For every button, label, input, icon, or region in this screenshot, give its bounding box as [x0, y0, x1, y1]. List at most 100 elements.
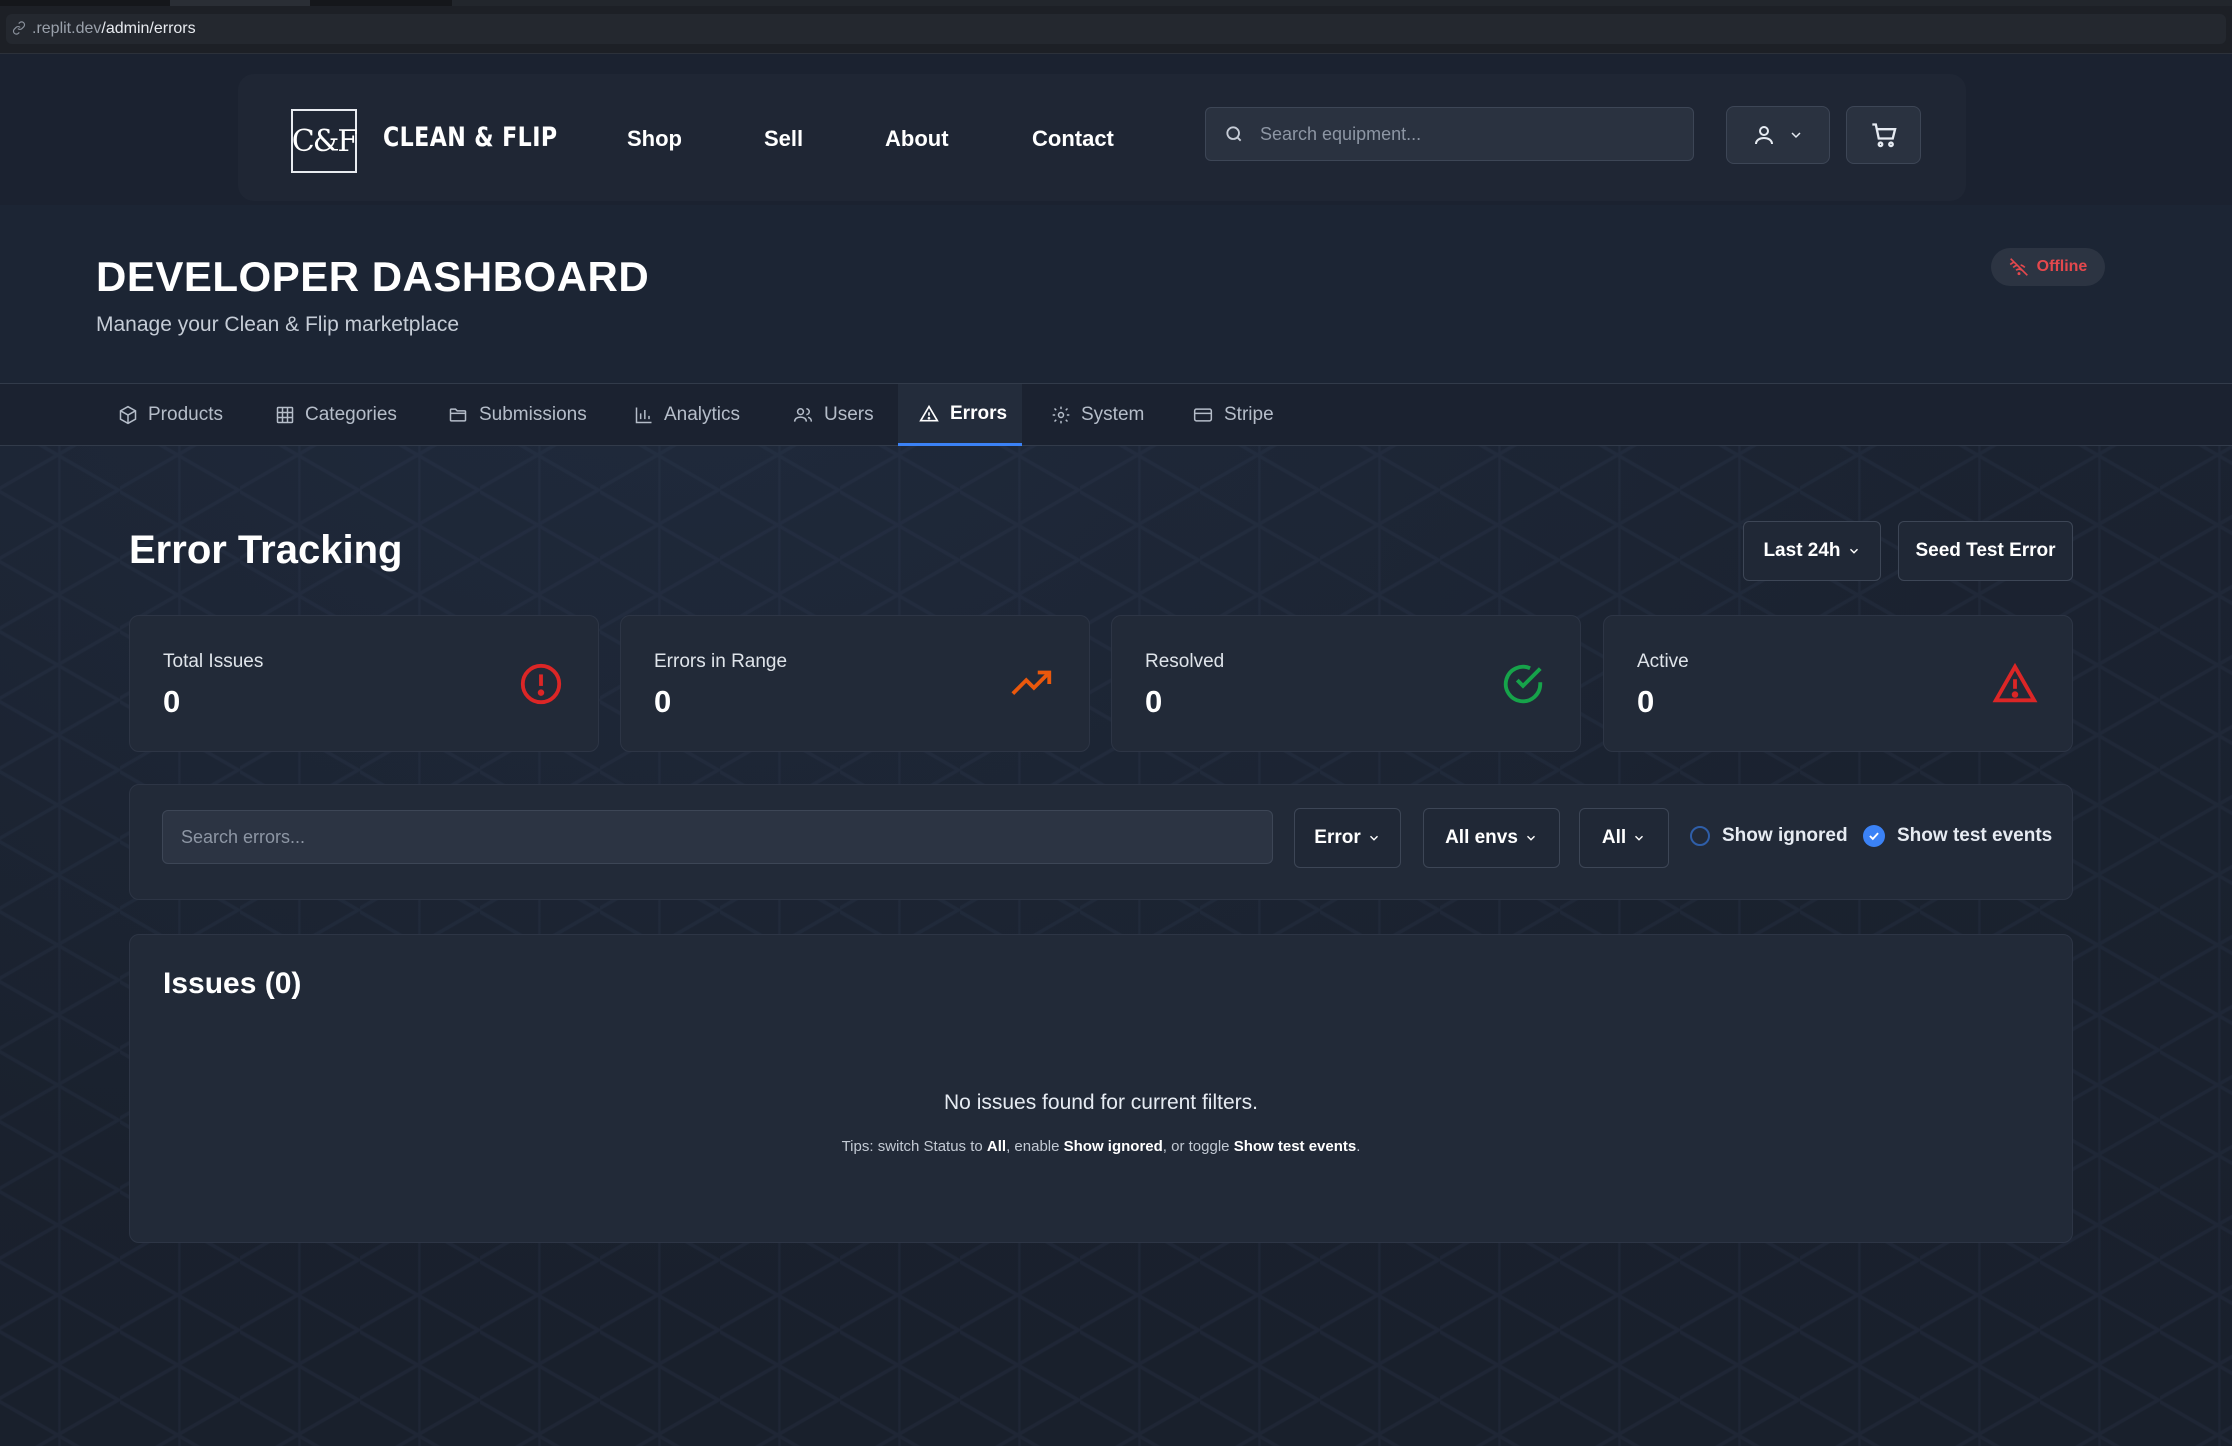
tips-text: Tips: switch Status to	[841, 1138, 987, 1155]
section-title: Error Tracking	[129, 528, 403, 572]
tab-label: Analytics	[664, 404, 741, 425]
chevron-down-icon	[1849, 548, 1858, 554]
cart-icon	[1871, 123, 1897, 148]
browser-url-bar: .replit.dev/admin/errors	[0, 0, 2232, 54]
check-icon	[1869, 832, 1879, 841]
grid-icon	[276, 406, 294, 424]
chevron-down-icon	[1369, 835, 1378, 841]
stat-card-total-issues: Total Issues 0	[129, 615, 599, 752]
gear-icon	[1052, 406, 1070, 424]
equipment-search[interactable]	[1205, 107, 1694, 161]
url-host: .replit.dev	[32, 20, 102, 37]
level-value: Error	[1314, 827, 1361, 848]
tab-analytics[interactable]: Analytics	[614, 384, 760, 446]
url-path: /admin/errors	[101, 20, 196, 37]
stat-card-resolved: Resolved 0	[1111, 615, 1581, 752]
seed-test-error-button[interactable]: Seed Test Error	[1898, 521, 2073, 581]
show-ignored-checkbox[interactable]	[1690, 826, 1710, 846]
show-test-events-label: Show test events	[1897, 825, 2053, 846]
env-value: All envs	[1445, 827, 1518, 848]
tips-show-ignored: Show ignored	[1063, 1138, 1163, 1155]
environment-select[interactable]: All envs	[1423, 808, 1560, 868]
tab-label: Categories	[305, 404, 397, 425]
trending-up-icon	[1011, 670, 1052, 695]
dashboard-header: DEVELOPER DASHBOARD Manage your Clean & …	[0, 205, 2232, 384]
nav-link-sell[interactable]: Sell	[764, 126, 803, 152]
check-circle-icon	[1503, 664, 1543, 704]
empty-state-message: No issues found for current filters.	[944, 1091, 1258, 1114]
tab-label: Stripe	[1224, 404, 1274, 425]
stat-label: Total Issues	[163, 651, 264, 672]
bar-chart-icon	[635, 407, 652, 424]
tab-errors[interactable]: Errors	[898, 384, 1022, 446]
equipment-search-input[interactable]	[1260, 123, 1660, 145]
time-range-select[interactable]: Last 24h	[1743, 521, 1881, 581]
status-value: All	[1601, 827, 1627, 848]
nav-link-contact[interactable]: Contact	[1032, 126, 1114, 152]
stat-value: 0	[1637, 684, 1655, 719]
stat-value: 0	[1145, 684, 1163, 719]
tab-label: Submissions	[479, 404, 587, 425]
tab-users[interactable]: Users	[772, 384, 894, 446]
tab-categories[interactable]: Categories	[255, 384, 417, 446]
tab-label: Products	[148, 404, 223, 425]
nav-link-about[interactable]: About	[885, 126, 949, 152]
show-ignored-label: Show ignored	[1722, 825, 1848, 846]
folder-icon	[449, 408, 467, 422]
browser-tab-strip	[0, 0, 2232, 6]
warning-icon	[919, 404, 939, 421]
tips-show-test-events: Show test events	[1233, 1138, 1357, 1155]
tab-label: System	[1081, 404, 1145, 425]
tips-status-all: All	[986, 1138, 1007, 1155]
level-select[interactable]: Error	[1294, 808, 1401, 868]
browser-tab[interactable]	[170, 0, 310, 6]
alert-triangle-icon	[1992, 662, 2038, 703]
user-menu-button[interactable]	[1726, 106, 1830, 164]
status-label: Offline	[2036, 258, 2088, 275]
time-range-label: Last 24h	[1763, 540, 1841, 561]
tab-stripe[interactable]: Stripe	[1172, 384, 1294, 446]
stat-label: Resolved	[1145, 651, 1225, 672]
status-select[interactable]: All	[1579, 808, 1669, 868]
tab-label: Users	[824, 404, 874, 425]
seed-button-label: Seed Test Error	[1915, 540, 2056, 561]
filters-panel: Error All envs All Show ignored Show tes…	[129, 784, 2073, 900]
tab-submissions[interactable]: Submissions	[427, 384, 607, 446]
issues-panel: Issues (0) No issues found for current f…	[129, 934, 2073, 1243]
users-icon	[793, 408, 813, 422]
error-search-input[interactable]	[181, 826, 1261, 848]
page-title: DEVELOPER DASHBOARD	[96, 253, 650, 300]
address-field[interactable]: .replit.dev/admin/errors	[6, 14, 2226, 44]
cart-button[interactable]	[1846, 106, 1921, 164]
dashboard-tabs: Products Categories Submissions Analytic…	[0, 384, 2232, 446]
stat-value: 0	[163, 684, 181, 719]
link-icon	[12, 21, 28, 37]
connection-status-badge: Offline	[1991, 248, 2105, 286]
stat-card-errors-in-range: Errors in Range 0	[620, 615, 1090, 752]
tips-text: .	[1356, 1138, 1361, 1155]
show-ignored-toggle[interactable]: Show ignored	[1690, 825, 1848, 847]
user-icon	[1755, 126, 1773, 145]
tips-text: , enable	[1006, 1138, 1064, 1155]
error-search[interactable]	[162, 810, 1273, 864]
tab-system[interactable]: System	[1031, 384, 1164, 446]
chevron-down-icon	[1791, 132, 1801, 139]
issues-heading: Issues (0)	[163, 967, 302, 1000]
stat-label: Active	[1637, 651, 1689, 672]
stat-label: Errors in Range	[654, 651, 788, 672]
page-subtitle: Manage your Clean & Flip marketplace	[96, 313, 460, 336]
empty-state-tips: Tips: switch Status to All, enable Show …	[130, 1138, 2072, 1155]
nav-link-shop[interactable]: Shop	[627, 126, 682, 152]
stat-value: 0	[654, 684, 672, 719]
top-navbar: C&F CLEAN & FLIP Shop Sell About Contact	[238, 74, 1966, 201]
brand-name[interactable]: CLEAN & FLIP	[383, 122, 557, 153]
logo[interactable]: C&F	[291, 109, 358, 173]
show-test-events-toggle[interactable]: Show test events	[1863, 825, 2052, 847]
tab-products[interactable]: Products	[98, 384, 243, 446]
wifi-off-icon	[2009, 258, 2028, 276]
tab-label: Errors	[950, 402, 1008, 424]
show-test-events-checkbox[interactable]	[1863, 825, 1885, 847]
stat-card-active: Active 0	[1603, 615, 2073, 752]
browser-tab[interactable]	[452, 0, 2232, 6]
search-icon	[1226, 126, 1242, 142]
